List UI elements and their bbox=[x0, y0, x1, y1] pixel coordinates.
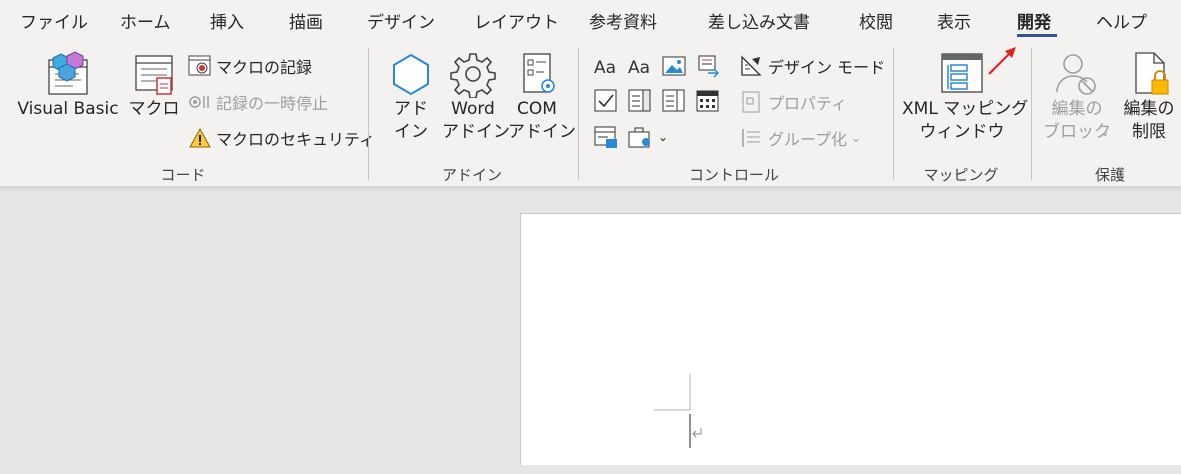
checkbox-control-icon[interactable] bbox=[594, 89, 618, 113]
pause-recording-label: 記録の一時停止 bbox=[216, 94, 329, 113]
group-label: グループ化 bbox=[768, 130, 848, 149]
combo-box-control-icon[interactable] bbox=[628, 89, 652, 113]
plain-text-control-icon[interactable]: Aa bbox=[628, 54, 652, 78]
gear-icon bbox=[450, 53, 496, 98]
tab-layout[interactable]: レイアウト bbox=[474, 8, 559, 33]
svg-text:Aa: Aa bbox=[628, 58, 650, 78]
text-cursor-paragraph-mark-icon bbox=[689, 414, 702, 448]
tab-insert[interactable]: 挿入 bbox=[210, 8, 244, 33]
dropdown-list-control-icon[interactable] bbox=[662, 89, 686, 113]
word-addin-button[interactable]: Word アドイン bbox=[442, 50, 510, 144]
design-mode-label: デザイン モード bbox=[768, 58, 886, 77]
tab-help[interactable]: ヘルプ bbox=[1096, 8, 1147, 33]
tab-home[interactable]: ホーム bbox=[120, 8, 171, 33]
group-label-addins: アドイン bbox=[441, 166, 503, 184]
record-macro-icon bbox=[188, 55, 211, 76]
date-picker-control-icon[interactable] bbox=[696, 89, 720, 113]
tab-mailings[interactable]: 差し込み文書 bbox=[708, 8, 810, 33]
tab-developer[interactable]: 開発 bbox=[1017, 8, 1051, 33]
group-separator bbox=[1031, 48, 1032, 180]
addin-button[interactable]: アド イン bbox=[386, 50, 436, 144]
ribbon: ファイル ホーム 挿入 描画 デザイン レイアウト 参考資料 差し込み文書 校閲… bbox=[0, 0, 1181, 186]
group-separator bbox=[368, 48, 369, 180]
com-addin-icon bbox=[523, 53, 555, 93]
group-icon bbox=[742, 129, 760, 147]
legacy-tools-button[interactable]: ⌄ bbox=[628, 124, 668, 150]
design-mode-button[interactable]: デザイン モード bbox=[740, 53, 885, 79]
record-macro-button[interactable]: マクロの記録 bbox=[188, 53, 312, 79]
xml-mapping-label: XML マッピング ウィンドウ bbox=[902, 99, 1029, 142]
tab-references[interactable]: 参考資料 bbox=[589, 8, 657, 33]
group-separator bbox=[578, 48, 579, 180]
addin-label: アド イン bbox=[394, 99, 428, 142]
tab-draw[interactable]: 描画 bbox=[289, 8, 323, 33]
macro-button[interactable]: マクロ bbox=[126, 50, 182, 121]
warning-icon bbox=[189, 127, 211, 148]
svg-text:Aa: Aa bbox=[594, 58, 616, 78]
repeating-section-control-icon[interactable] bbox=[594, 125, 618, 149]
toolbox-icon bbox=[628, 127, 650, 148]
ribbon-tabs: ファイル ホーム 挿入 描画 デザイン レイアウト 参考資料 差し込み文書 校閲… bbox=[0, 0, 1181, 42]
visual-basic-icon bbox=[48, 51, 88, 95]
tab-file[interactable]: ファイル bbox=[20, 8, 88, 33]
group-label-protect: 保護 bbox=[1094, 166, 1126, 184]
xml-mapping-button[interactable]: XML マッピング ウィンドウ bbox=[902, 50, 1029, 144]
block-authors-icon bbox=[1056, 54, 1096, 95]
com-addin-label: COM アドイン bbox=[508, 99, 576, 142]
group-label-code: コード bbox=[160, 166, 206, 184]
word-addin-label: Word アドイン bbox=[442, 99, 510, 142]
visual-basic-label: Visual Basic bbox=[17, 99, 119, 119]
pause-recording-button[interactable]: 記録の一時停止 bbox=[188, 89, 328, 115]
macro-label: マクロ bbox=[128, 99, 180, 119]
addin-hexagon-icon bbox=[393, 53, 429, 96]
properties-button[interactable]: プロパティ bbox=[740, 89, 847, 115]
design-mode-icon bbox=[741, 55, 762, 76]
macro-security-button[interactable]: マクロのセキュリティ bbox=[188, 125, 375, 151]
chevron-down-icon: ⌄ bbox=[1100, 125, 1111, 139]
tab-review[interactable]: 校閲 bbox=[859, 8, 893, 33]
com-addin-button[interactable]: COM アドイン bbox=[508, 50, 576, 144]
group-separator bbox=[893, 48, 894, 180]
xml-mapping-icon bbox=[941, 53, 983, 93]
document-page[interactable] bbox=[520, 213, 1181, 465]
active-tab-indicator bbox=[1017, 34, 1057, 37]
properties-icon bbox=[742, 91, 760, 113]
restrict-editing-label: 編集の 制限 bbox=[1123, 99, 1175, 142]
group-label-mapping: マッピング bbox=[923, 166, 999, 184]
macro-security-label: マクロのセキュリティ bbox=[216, 130, 376, 149]
picture-control-icon[interactable] bbox=[662, 54, 686, 78]
group-label-controls: コントロール bbox=[688, 166, 780, 184]
record-macro-label: マクロの記録 bbox=[216, 58, 313, 77]
rich-text-control-icon[interactable]: Aa bbox=[594, 54, 618, 78]
chevron-down-icon: ⌄ bbox=[658, 130, 669, 144]
building-block-control-icon[interactable] bbox=[696, 54, 720, 78]
tab-view[interactable]: 表示 bbox=[937, 8, 971, 33]
macro-icon bbox=[135, 55, 173, 95]
visual-basic-button[interactable]: Visual Basic bbox=[10, 50, 126, 121]
pause-icon bbox=[189, 96, 209, 108]
restrict-editing-button[interactable]: 編集の 制限 bbox=[1118, 50, 1180, 144]
restrict-editing-icon bbox=[1135, 52, 1169, 95]
ribbon-shadow bbox=[0, 186, 1181, 192]
group-button[interactable]: グループ化 ⌄ bbox=[740, 125, 861, 151]
properties-label: プロパティ bbox=[768, 94, 848, 113]
block-authors-button[interactable]: 編集の ブロック ⌄ bbox=[1042, 50, 1112, 144]
text-area-corner-marks bbox=[654, 374, 691, 411]
chevron-down-icon: ⌄ bbox=[851, 131, 862, 145]
tab-design[interactable]: デザイン bbox=[367, 8, 435, 33]
